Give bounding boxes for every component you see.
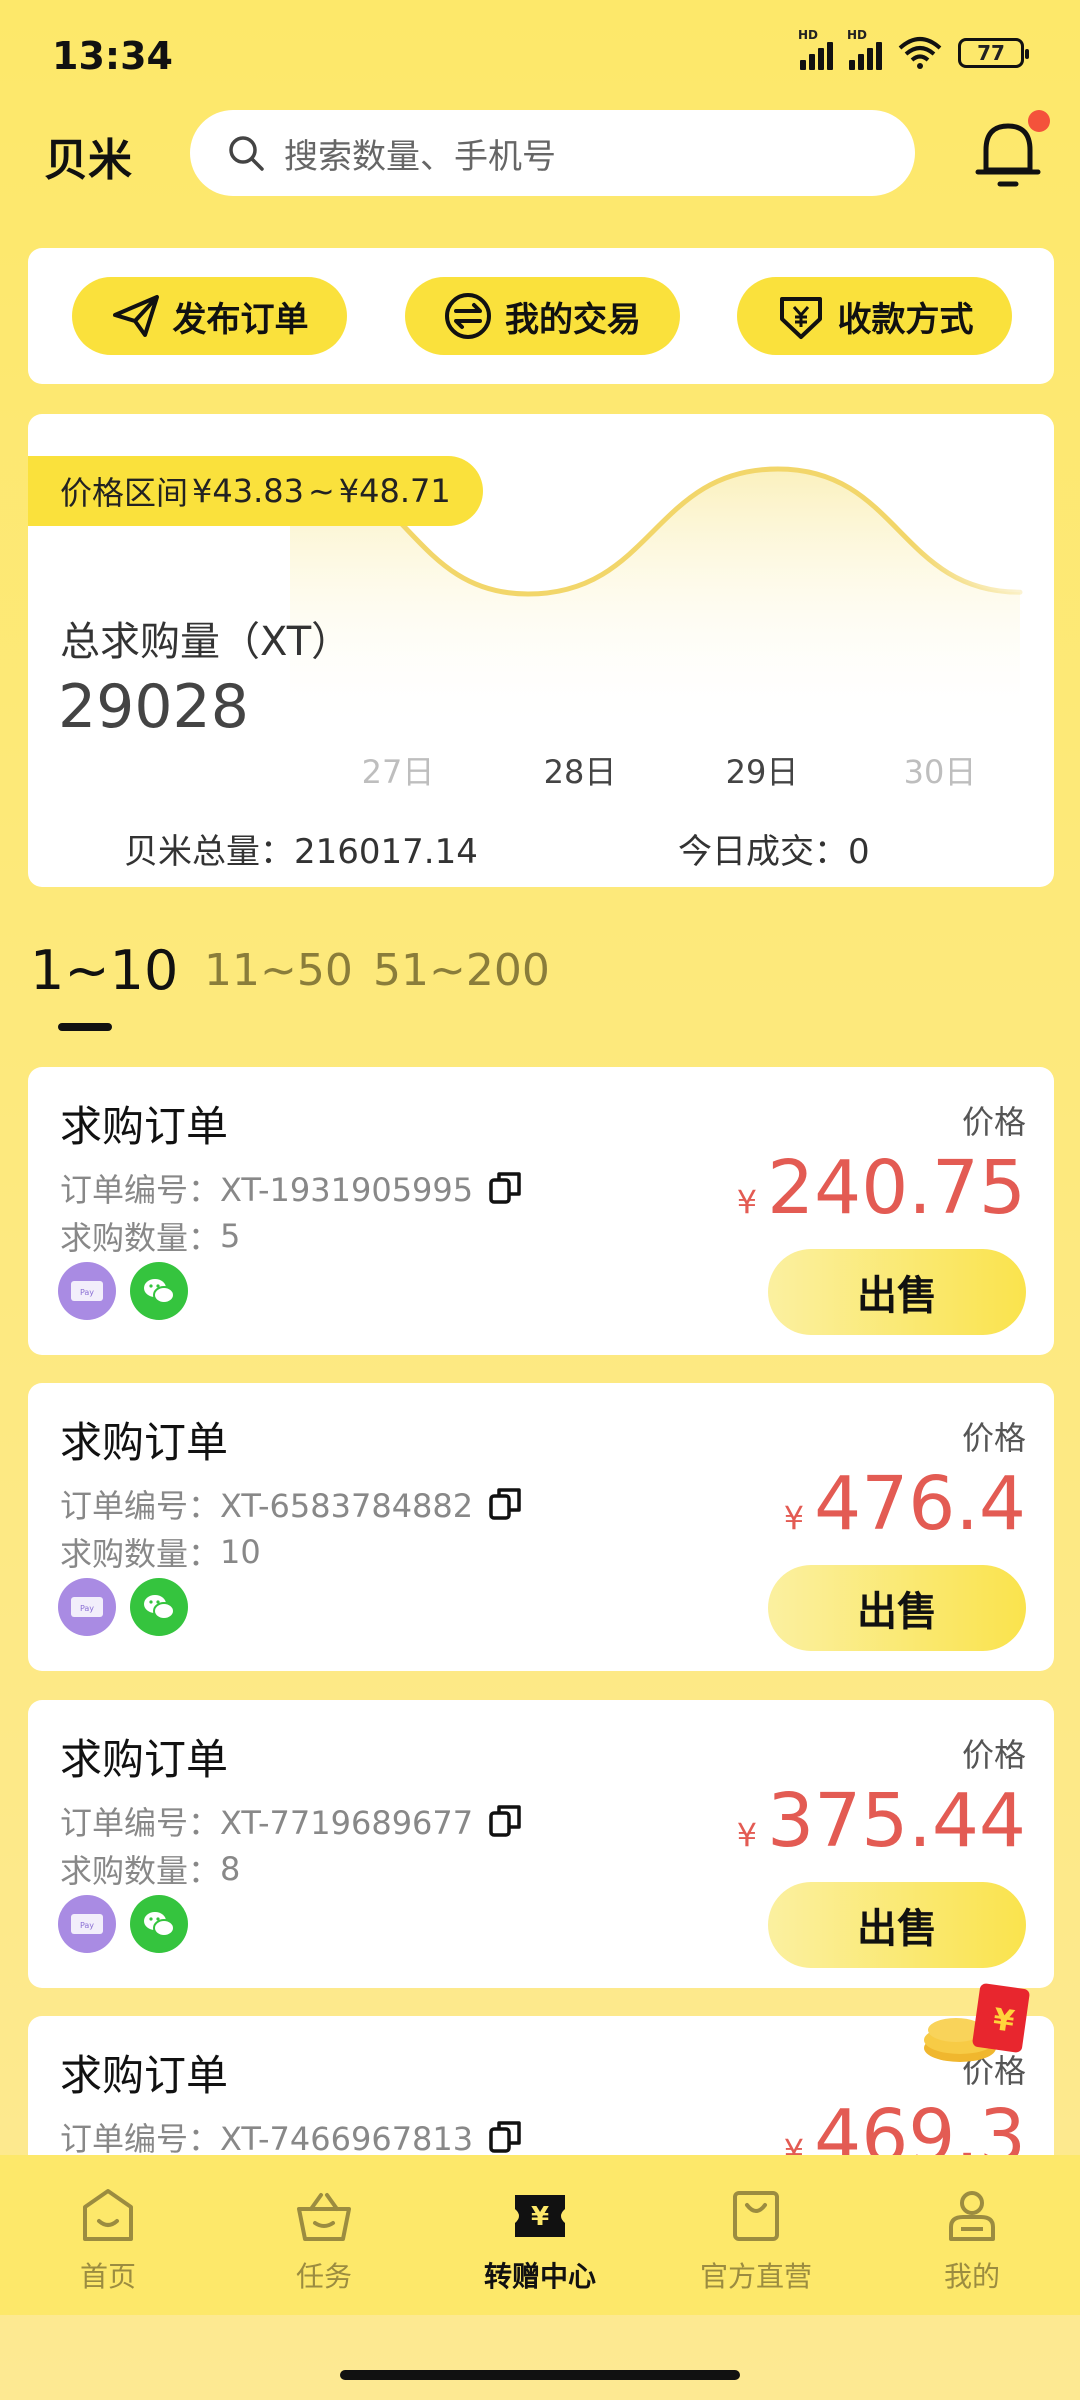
svg-text:¥: ¥ [531,2202,549,2232]
quick-actions: 发布订单 我的交易 收款方式 [28,248,1054,384]
home-indicator [340,2370,740,2380]
send-icon [112,295,159,337]
notification-button[interactable] [972,110,1050,194]
unionpay-icon: Pay [58,1895,116,1953]
status-bar: 13:34 HD HD 77 [0,0,1080,110]
order-title: 求购订单 [60,1735,229,1784]
price-label: 价格 [961,1103,1026,1141]
total-demand-label: 总求购量（XT） [60,619,352,665]
order-title: 求购订单 [60,2051,229,2100]
copy-icon[interactable] [487,1170,523,1206]
order-number: 订单编号：XT-1931905995 [60,1165,523,1211]
tab-11-50[interactable]: 11~50 [204,945,353,996]
status-icons: HD HD 77 [798,28,1029,70]
my-trades-button[interactable]: 我的交易 [404,277,680,355]
sell-button[interactable]: 出售 [768,1565,1026,1651]
order-price: ¥375.44 [736,1778,1026,1864]
wechat-pay-icon [130,1262,188,1320]
order-title: 求购订单 [60,1418,229,1467]
order-price: ¥476.4 [783,1461,1026,1547]
unionpay-icon: Pay [58,1262,116,1320]
nav-transfer-center[interactable]: ¥ 转赠中心 [432,2155,648,2315]
x-tick-label: 30日 [904,753,977,791]
total-demand-value: 29028 [58,672,249,742]
copy-icon[interactable] [487,2119,523,2155]
unionpay-icon: Pay [58,1578,116,1636]
battery-icon: 77 [958,38,1029,68]
today-deals: 今日成交：0 [678,832,870,872]
tab-indicator [58,1023,112,1031]
order-card: 求购订单 价格 订单编号：XT-7466967813 ¥469.3 [28,2016,1054,2155]
sell-button[interactable]: 出售 [768,1882,1026,1968]
nav-tasks[interactable]: 任务 [216,2155,432,2315]
order-number: 订单编号：XT-7466967813 [60,2114,523,2155]
home-icon [83,2189,133,2241]
wifi-icon [898,37,942,69]
summary-footer: 贝米总量：216017.14 今日成交：0 [28,824,1054,874]
price-label: 价格 [961,1736,1026,1774]
sell-button[interactable]: 出售 [768,1249,1026,1335]
transfer-ticket-icon: ¥ [515,2195,565,2237]
order-price: ¥240.75 [736,1145,1026,1231]
payment-methods-button[interactable]: 收款方式 [737,277,1012,355]
price-range-badge: 价格区间 ¥43.83 ~ ¥48.71 [28,456,483,526]
x-tick-label: 28日 [544,753,617,791]
order-card: 求购订单 价格 订单编号：XT-1931905995 求购数量： 5 Pay ¥2… [28,1067,1054,1355]
signal-icon: HD [847,28,882,70]
shopping-bag-icon [733,2191,779,2241]
order-quantity: 求购数量： 5 [60,1217,241,1257]
bottom-nav: 首页 任务 ¥ 转赠中心 官方直营 我的 [0,2155,1080,2315]
search-input[interactable]: 搜索数量、手机号 [190,110,915,196]
x-tick-label: 29日 [726,753,799,791]
nav-home[interactable]: 首页 [0,2155,216,2315]
wallet-yen-icon [779,297,822,339]
tab-51-200[interactable]: 51~200 [373,945,550,996]
brand-title: 贝米 [44,135,132,186]
exchange-icon [445,293,491,339]
order-number: 订单编号：XT-6583784882 [60,1481,523,1527]
search-placeholder: 搜索数量、手机号 [284,136,556,177]
status-time: 13:34 [52,34,173,78]
payment-icons: Pay [58,1895,188,1953]
svg-text:Pay: Pay [80,1921,94,1930]
price-summary-card: 27日 28日 29日 30日 价格区间 ¥43.83 ~ ¥48.71 总求购量（X… [28,414,1054,887]
svg-text:Pay: Pay [80,1604,94,1613]
order-quantity: 求购数量： 10 [60,1533,261,1573]
price-label: 价格 [961,1419,1026,1457]
order-card: 求购订单 价格 订单编号：XT-6583784882 求购数量： 10 Pay ¥… [28,1383,1054,1671]
copy-icon[interactable] [487,1803,523,1839]
x-tick-label: 27日 [362,753,435,791]
signal-icon: HD [798,28,833,70]
copy-icon[interactable] [487,1486,523,1522]
order-price: ¥469.3 [783,2094,1026,2155]
app-header: 贝米 搜索数量、手机号 [0,110,1080,200]
order-title: 求购订单 [60,1102,229,1151]
red-packet-icon[interactable]: ¥ [920,1978,1038,2078]
beimi-total: 贝米总量：216017.14 [124,832,478,872]
profile-icon [949,2191,995,2241]
order-number: 订单编号：XT-7719689677 [60,1798,523,1844]
nav-profile[interactable]: 我的 [864,2155,1080,2315]
wechat-pay-icon [130,1578,188,1636]
notification-dot [1028,110,1050,132]
publish-order-button[interactable]: 发布订单 [72,277,347,355]
payment-icons: Pay [58,1578,188,1636]
svg-text:Pay: Pay [80,1288,94,1297]
nav-official-store[interactable]: 官方直营 [648,2155,864,2315]
wechat-pay-icon [130,1895,188,1953]
tab-1-10[interactable]: 1~10 [30,939,178,1002]
search-icon [229,136,264,171]
range-tabs: 1~10 11~50 51~200 [28,939,1054,1035]
order-card: 求购订单 价格 订单编号：XT-7719689677 求购数量： 8 Pay ¥3… [28,1700,1054,1988]
order-quantity: 求购数量： 8 [60,1850,241,1890]
payment-icons: Pay [58,1262,188,1320]
task-basket-icon [297,2193,351,2241]
